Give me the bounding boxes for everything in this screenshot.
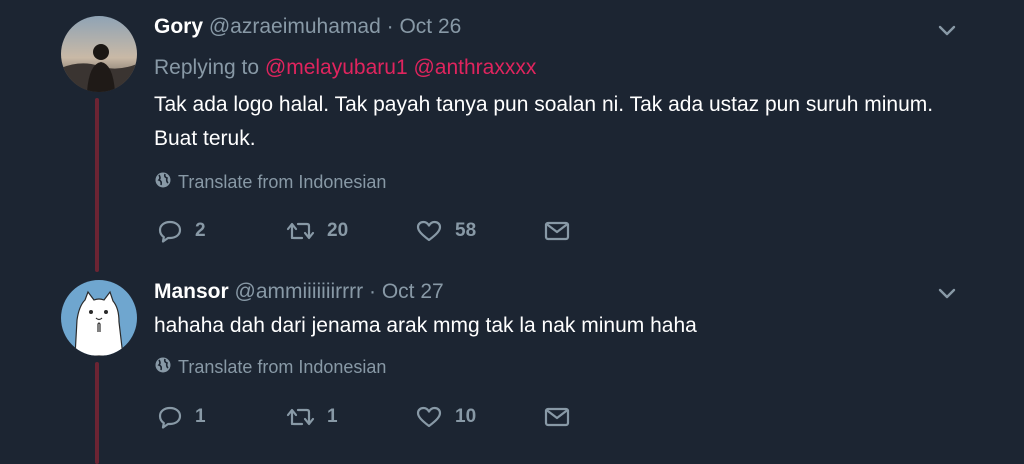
reply-count: 1 <box>195 406 206 427</box>
like-button[interactable]: 58 <box>415 219 543 243</box>
translate-label: Translate from Indonesian <box>178 357 387 377</box>
replying-prefix: Replying to <box>154 56 260 79</box>
like-count: 58 <box>455 220 477 241</box>
reply-count: 2 <box>195 220 206 241</box>
globe-icon <box>154 356 172 379</box>
tweet-date[interactable]: Oct 27 <box>382 280 444 303</box>
tweet-header: Mansor @ammiiiiiiirrrr · Oct 27 <box>154 280 444 304</box>
heart-icon <box>415 219 443 243</box>
tweet-date[interactable]: Oct 26 <box>399 15 461 38</box>
thread-line <box>95 98 99 272</box>
retweet-count: 1 <box>327 406 338 427</box>
retweet-button[interactable]: 1 <box>285 405 415 429</box>
tweet-actions: 2 20 58 <box>157 219 571 243</box>
reply-icon <box>157 405 183 429</box>
tweet-text: Tak ada logo halal. Tak payah tanya pun … <box>154 93 934 150</box>
display-name[interactable]: Gory <box>154 15 203 38</box>
envelope-icon <box>543 220 571 242</box>
heart-icon <box>415 405 443 429</box>
retweet-button[interactable]: 20 <box>285 219 415 243</box>
translate-label: Translate from Indonesian <box>178 172 387 192</box>
chevron-down-icon[interactable] <box>936 283 958 305</box>
chevron-down-icon[interactable] <box>936 20 958 42</box>
mention-link[interactable]: @melayubaru1 <box>265 56 408 79</box>
avatar[interactable] <box>61 280 137 356</box>
message-button[interactable] <box>543 220 571 242</box>
globe-icon <box>154 171 172 194</box>
tweet-actions: 1 1 10 <box>157 405 571 429</box>
user-handle[interactable]: @azraeimuhamad <box>209 15 381 38</box>
translate-link[interactable]: Translate from Indonesian <box>154 171 386 194</box>
message-button[interactable] <box>543 406 571 428</box>
reply-icon <box>157 219 183 243</box>
thread-line <box>95 362 99 464</box>
tweet[interactable]: Mansor @ammiiiiiiirrrr · Oct 27 hahaha d… <box>0 268 1024 464</box>
avatar[interactable] <box>61 16 137 92</box>
retweet-icon <box>285 219 315 243</box>
retweet-count: 20 <box>327 220 349 241</box>
like-button[interactable]: 10 <box>415 405 543 429</box>
reply-button[interactable]: 2 <box>157 219 285 243</box>
user-handle[interactable]: @ammiiiiiiirrrr <box>235 280 364 303</box>
tweet[interactable]: Gory @azraeimuhamad · Oct 26 Replying to… <box>0 0 1024 272</box>
mention-link[interactable]: @anthraxxxx <box>413 56 536 79</box>
separator: · <box>386 15 394 38</box>
replying-to: Replying to @melayubaru1 @anthraxxxx <box>154 56 536 80</box>
tweet-header: Gory @azraeimuhamad · Oct 26 <box>154 15 461 39</box>
display-name[interactable]: Mansor <box>154 280 229 303</box>
reply-button[interactable]: 1 <box>157 405 285 429</box>
retweet-icon <box>285 405 315 429</box>
like-count: 10 <box>455 406 477 427</box>
separator: · <box>369 280 376 303</box>
tweet-text: hahaha dah dari jenama arak mmg tak la n… <box>154 314 697 337</box>
translate-link[interactable]: Translate from Indonesian <box>154 356 386 379</box>
envelope-icon <box>543 406 571 428</box>
